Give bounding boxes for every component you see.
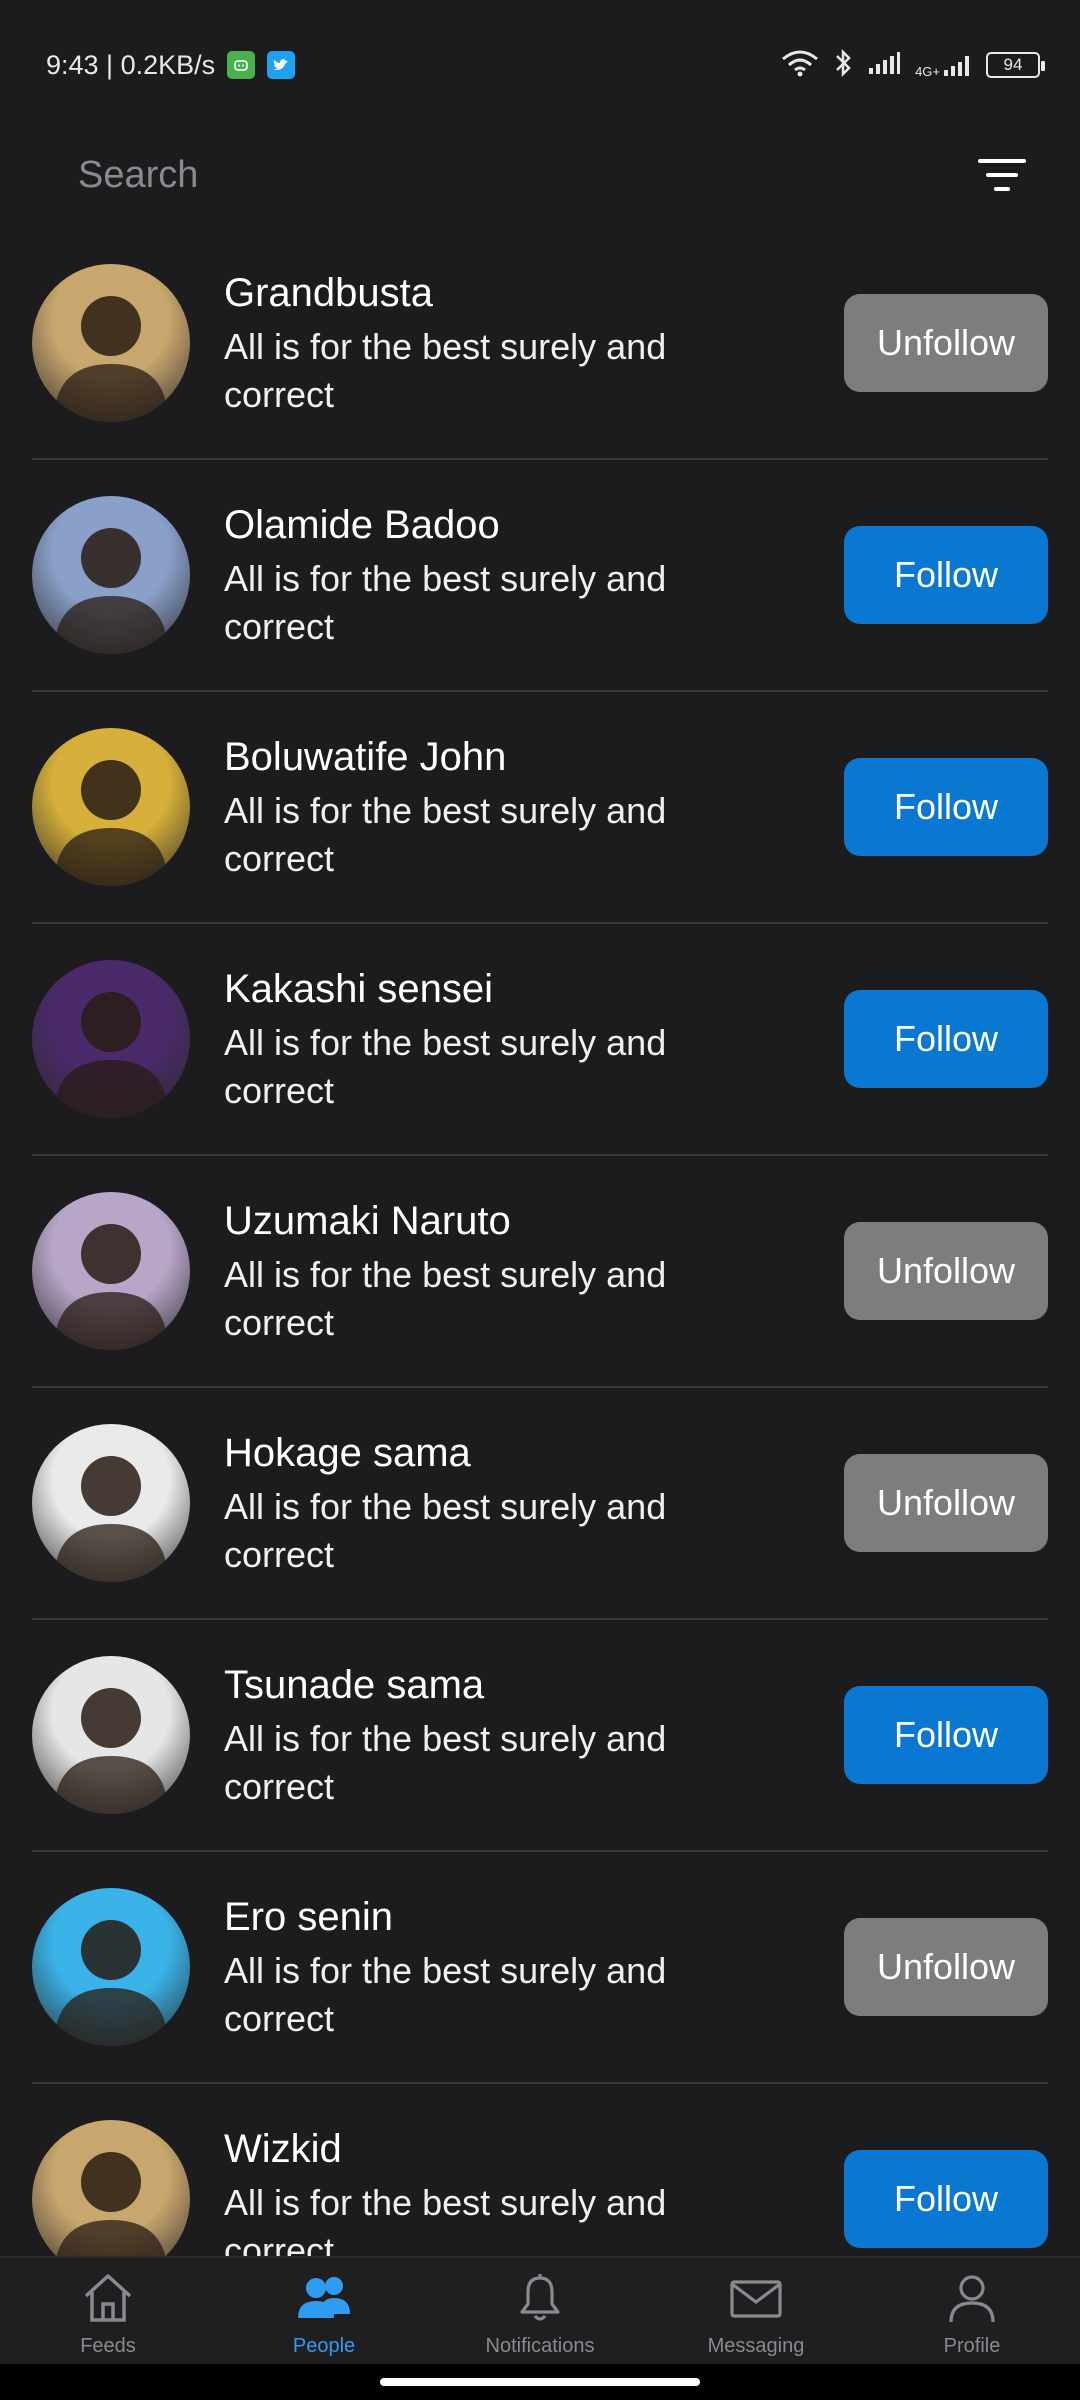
person-bio: All is for the best surely and correct: [224, 790, 667, 879]
person-name: Olamide Badoo: [224, 503, 500, 547]
nav-feeds-label: Feeds: [80, 2335, 136, 2357]
nav-people-label: People: [292, 2335, 356, 2357]
user-icon: [946, 2272, 998, 2329]
battery-level: 94: [1003, 55, 1023, 74]
person-info: Wizkid All is for the best surely and cor…: [224, 2123, 784, 2256]
nav-messaging[interactable]: Messaging: [666, 2272, 846, 2358]
filter-icon[interactable]: [972, 145, 1032, 205]
avatar-silhouette-icon: [54, 1456, 168, 1582]
avatar[interactable]: [32, 1424, 190, 1582]
person-info: Tsunade sama All is for the best surely a…: [224, 1659, 784, 1811]
battery-icon: 94: [986, 52, 1045, 78]
person-name: Kakashi sensei: [224, 967, 494, 1011]
avatar[interactable]: [32, 728, 190, 886]
avatar[interactable]: [32, 1192, 190, 1350]
signal-icon: [867, 50, 901, 81]
status-time: 9:43 | 0.2KB/s: [46, 49, 216, 80]
follow-button[interactable]: Follow: [844, 526, 1048, 624]
person-bio: All is for the best surely and correct: [224, 1022, 667, 1111]
person-info: Grandbusta All is for the best surely and…: [224, 267, 784, 419]
avatar[interactable]: [32, 264, 190, 422]
person-bio: All is for the best surely and correct: [224, 1718, 667, 1807]
nav-feeds[interactable]: Feeds: [18, 2272, 198, 2358]
person-name: Hokage sama: [224, 1431, 471, 1475]
person-row[interactable]: Wizkid All is for the best surely and cor…: [32, 2084, 1048, 2256]
search-input[interactable]: [78, 153, 778, 197]
status-left: 9:43 | 0.2KB/s: [46, 49, 296, 81]
person-name: Uzumaki Naruto: [224, 1199, 511, 1243]
avatar-silhouette-icon: [54, 296, 168, 422]
nav-messaging-label: Messaging: [707, 2335, 805, 2357]
search-bar: [0, 130, 1080, 220]
twitter-icon: [267, 51, 296, 79]
person-row[interactable]: Ero senin All is for the best surely and …: [32, 1852, 1048, 2084]
person-name: Tsunade sama: [224, 1663, 485, 1707]
avatar-silhouette-icon: [54, 528, 168, 654]
bottom-nav: Feeds People Notifications Messaging Pro…: [0, 2256, 1080, 2364]
unfollow-button[interactable]: Unfollow: [844, 1222, 1048, 1320]
person-name: Boluwatife John: [224, 735, 507, 779]
person-bio: All is for the best surely and correct: [224, 326, 667, 415]
avatar-silhouette-icon: [56, 2152, 166, 2256]
person-info: Uzumaki Naruto All is for the best surely…: [224, 1195, 784, 1347]
mail-icon: [728, 2272, 784, 2329]
person-bio: All is for the best surely and correct: [224, 1486, 667, 1575]
home-icon: [80, 2272, 136, 2329]
avatar-silhouette-icon: [54, 1920, 168, 2046]
person-info: Hokage sama All is for the best surely an…: [224, 1427, 784, 1579]
person-name: Grandbusta: [224, 271, 434, 315]
home-indicator[interactable]: [380, 2378, 700, 2386]
nav-notifications-label: Notifications: [485, 2335, 595, 2357]
follow-button[interactable]: Follow: [844, 990, 1048, 1088]
bluetooth-icon: [833, 48, 853, 83]
person-info: Boluwatife John All is for the best surel…: [224, 731, 784, 883]
unfollow-button[interactable]: Unfollow: [844, 294, 1048, 392]
unfollow-button[interactable]: Unfollow: [844, 1918, 1048, 2016]
person-name: Ero senin: [224, 1895, 393, 1939]
person-row[interactable]: Grandbusta All is for the best surely and…: [32, 228, 1048, 460]
bell-icon: [514, 2272, 566, 2329]
person-bio: All is for the best surely and correct: [224, 1254, 667, 1343]
status-right: 4G+ 94: [781, 48, 1045, 83]
avatar[interactable]: [32, 960, 190, 1118]
person-bio: All is for the best surely and correct: [224, 2182, 667, 2256]
avatar[interactable]: [32, 2120, 190, 2256]
people-icon: [294, 2272, 354, 2329]
nav-profile-label: Profile: [943, 2335, 1001, 2357]
person-row[interactable]: Kakashi sensei All is for the best surely…: [32, 924, 1048, 1156]
avatar-silhouette-icon: [54, 992, 168, 1118]
person-bio: All is for the best surely and correct: [224, 1950, 667, 2039]
person-info: Olamide Badoo All is for the best surely …: [224, 499, 784, 651]
avatar-silhouette-icon: [54, 760, 168, 886]
people-list: Grandbusta All is for the best surely and…: [32, 228, 1048, 2256]
person-row[interactable]: Uzumaki Naruto All is for the best surely…: [32, 1156, 1048, 1388]
person-info: Ero senin All is for the best surely and …: [224, 1891, 784, 2043]
avatar-silhouette-icon: [54, 1224, 168, 1350]
avatar[interactable]: [32, 1656, 190, 1814]
gesture-bar-area: [0, 2364, 1080, 2400]
avatar-silhouette-icon: [54, 1688, 168, 1814]
network-type: 4G+: [915, 64, 940, 79]
person-row[interactable]: Tsunade sama All is for the best surely a…: [32, 1620, 1048, 1852]
follow-button[interactable]: Follow: [844, 758, 1048, 856]
person-info: Kakashi sensei All is for the best surely…: [224, 963, 784, 1115]
nav-people[interactable]: People: [234, 2272, 414, 2358]
wifi-icon: [781, 49, 819, 82]
nav-profile[interactable]: Profile: [882, 2272, 1062, 2358]
android-app-icon: [227, 51, 256, 79]
person-bio: All is for the best surely and correct: [224, 558, 667, 647]
person-row[interactable]: Hokage sama All is for the best surely an…: [32, 1388, 1048, 1620]
person-row[interactable]: Boluwatife John All is for the best surel…: [32, 692, 1048, 924]
person-row[interactable]: Olamide Badoo All is for the best surely …: [32, 460, 1048, 692]
avatar[interactable]: [32, 496, 190, 654]
avatar[interactable]: [32, 1888, 190, 2046]
status-bar: 9:43 | 0.2KB/s 4G+ 94: [0, 0, 1080, 130]
unfollow-button[interactable]: Unfollow: [844, 1454, 1048, 1552]
nav-notifications[interactable]: Notifications: [450, 2272, 630, 2358]
signal-4g-icon: 4G+: [915, 52, 972, 78]
person-name: Wizkid: [224, 2127, 342, 2171]
follow-button[interactable]: Follow: [844, 1686, 1048, 1784]
follow-button[interactable]: Follow: [844, 2150, 1048, 2248]
